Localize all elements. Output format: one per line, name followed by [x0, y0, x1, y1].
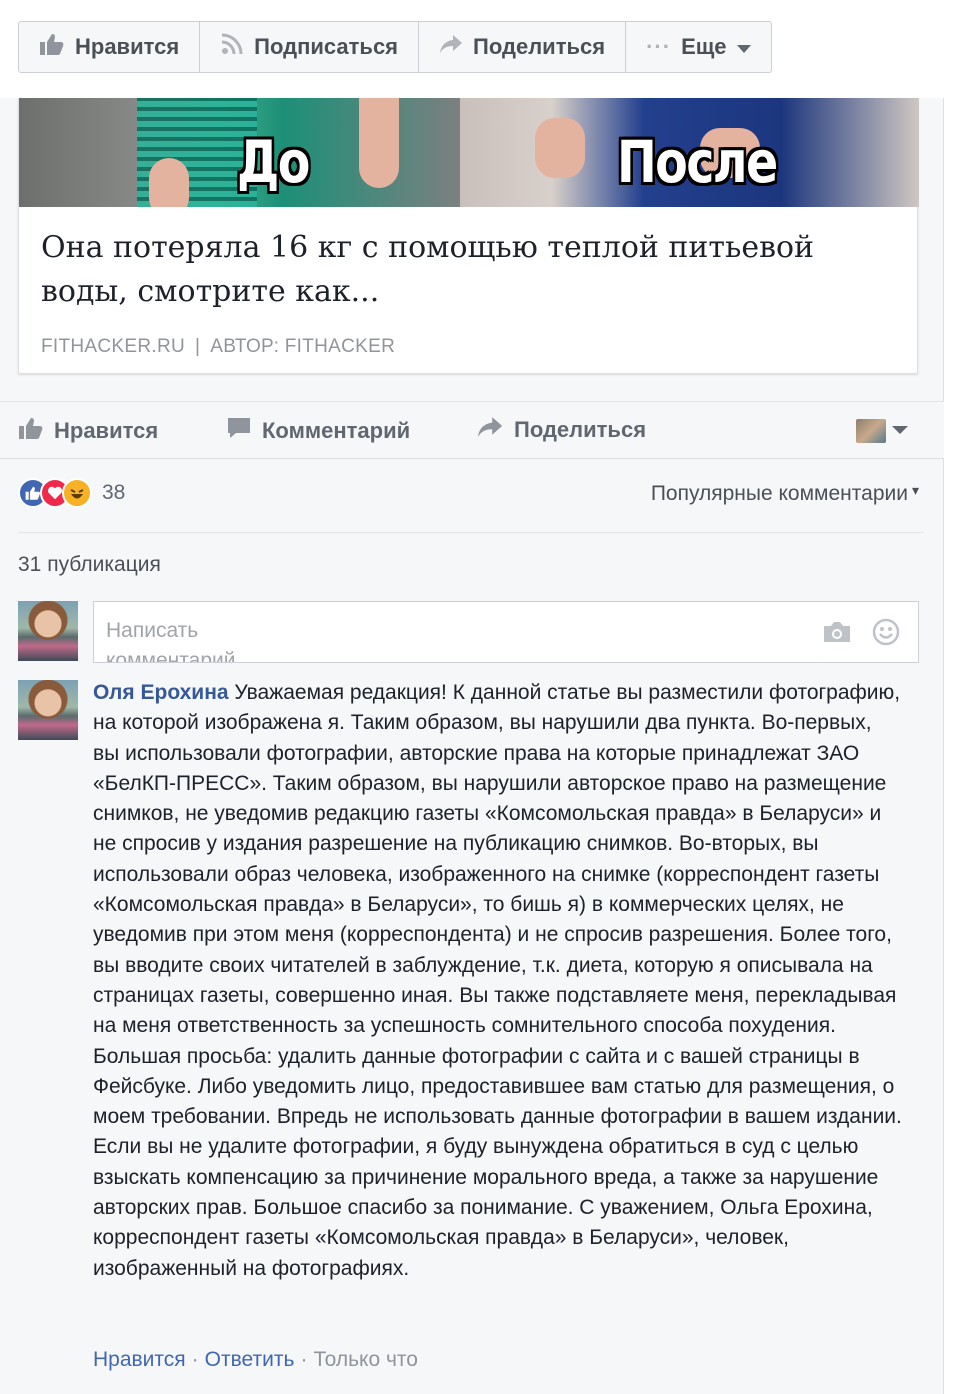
page-share-button[interactable]: Поделиться — [419, 22, 627, 72]
post-like-label: Нравится — [54, 418, 159, 443]
comment-timestamp[interactable]: Только что — [313, 1348, 418, 1371]
comment-text: Уважаемая редакция! К данной статье вы р… — [93, 681, 902, 1280]
comment-sort-dropdown[interactable]: Популярные комментарии ▾ — [651, 482, 919, 506]
share-arrow-icon — [439, 34, 463, 60]
share-arrow-icon — [476, 416, 504, 444]
comment-reply-link[interactable]: Ответить — [205, 1348, 295, 1371]
thumbs-up-icon — [39, 32, 65, 62]
page-share-label: Поделиться — [473, 34, 606, 59]
sort-label: Популярные комментарии — [650, 482, 908, 505]
page-more-label: Еще — [681, 34, 727, 59]
caret-down-icon: ▾ — [911, 482, 919, 498]
reactions-summary[interactable]: 38 — [18, 478, 125, 508]
page-edge — [944, 98, 959, 1394]
post-as-selector[interactable] — [856, 419, 908, 443]
post: До После Она потеряла 16 кг с помощью те… — [0, 98, 944, 1394]
comment-input[interactable]: Написать комментарий — [93, 601, 919, 663]
avatar[interactable] — [18, 680, 78, 740]
after-label: После — [617, 128, 778, 196]
comment-bubble-icon — [226, 416, 252, 446]
divider — [18, 532, 924, 533]
post-share-button[interactable]: Поделиться — [476, 416, 646, 444]
page-like-button[interactable]: Нравится — [19, 22, 201, 72]
link-meta: FITHACKER.RU | АВТОР: FITHACKER — [41, 336, 396, 357]
rss-icon — [220, 32, 244, 62]
caret-down-icon — [736, 34, 751, 60]
link-domain: FITHACKER.RU — [41, 336, 185, 357]
page-like-label: Нравится — [75, 34, 180, 59]
post-comment-label: Комментарий — [262, 418, 411, 443]
link-preview-card[interactable]: До После Она потеряла 16 кг с помощью те… — [18, 98, 919, 374]
caret-down-icon — [892, 422, 908, 440]
comment-actions: Нравится · Ответить · Только что — [93, 1348, 418, 1371]
comment-author-link[interactable]: Оля Ерохина — [93, 681, 229, 704]
page-follow-button[interactable]: Подписаться — [200, 22, 420, 72]
link-author: АВТОР: FITHACKER — [210, 336, 396, 357]
before-label: До — [237, 128, 310, 196]
haha-reaction-icon — [62, 478, 92, 508]
ellipsis-icon: ··· — [646, 34, 672, 59]
link-preview-image[interactable]: До После — [19, 98, 919, 207]
camera-icon[interactable] — [822, 620, 852, 649]
post-like-button[interactable]: Нравится — [18, 416, 158, 446]
post-action-bar: Нравится Комментарий Поделиться — [0, 401, 944, 459]
page-follow-label: Подписаться — [254, 34, 399, 59]
comment-placeholder: Написать комментарий — [106, 619, 236, 663]
smiley-icon[interactable] — [872, 618, 900, 651]
comment: Оля Ерохина Уважаемая редакция! К данной… — [93, 678, 903, 1284]
page-more-button[interactable]: ··· Еще — [626, 22, 770, 72]
comment-input-tools — [822, 618, 900, 651]
shares-count[interactable]: 31 публикация — [18, 553, 161, 577]
thumbs-up-icon — [18, 416, 44, 446]
avatar[interactable] — [18, 601, 78, 661]
reaction-count: 38 — [102, 481, 126, 504]
avatar — [856, 419, 886, 443]
comment-like-link[interactable]: Нравится — [93, 1348, 186, 1371]
link-title[interactable]: Она потеряла 16 кг с помощью теплой пить… — [41, 226, 841, 314]
post-share-label: Поделиться — [514, 417, 647, 442]
page-header: Нравится Подписаться Поделиться ··· Еще — [0, 0, 959, 98]
post-comment-button[interactable]: Комментарий — [226, 416, 410, 446]
page-action-bar: Нравится Подписаться Поделиться ··· Еще — [18, 21, 772, 73]
